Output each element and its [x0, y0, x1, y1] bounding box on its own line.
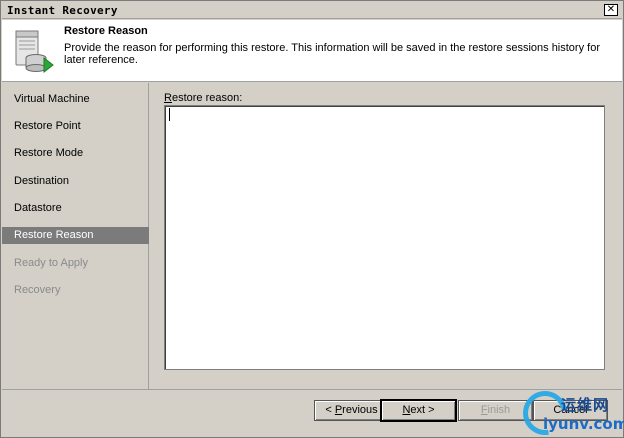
server-database-arrow-icon: [15, 30, 54, 74]
restore-reason-label: Restore reason:: [164, 92, 243, 104]
previous-button[interactable]: < Previous: [314, 400, 389, 421]
page-description: Provide the reason for performing this r…: [64, 42, 600, 66]
wizard-footer: < Previous Next > Finish Cancel: [2, 389, 622, 437]
window-title: Instant Recovery: [7, 4, 118, 17]
page-title: Restore Reason: [64, 25, 148, 37]
sidebar-item-datastore[interactable]: Datastore: [2, 200, 149, 217]
cancel-button[interactable]: Cancel: [533, 400, 608, 421]
main-content: Restore reason:: [150, 83, 622, 389]
sidebar-item-virtual-machine[interactable]: Virtual Machine: [2, 91, 149, 108]
wizard-header: Restore Reason Provide the reason for pe…: [2, 20, 622, 82]
finish-button: Finish: [458, 400, 533, 421]
sidebar-item-restore-point[interactable]: Restore Point: [2, 118, 149, 135]
next-button[interactable]: Next >: [380, 399, 457, 422]
sidebar-item-restore-reason[interactable]: Restore Reason: [2, 227, 149, 244]
text-caret: [169, 108, 170, 121]
instant-recovery-dialog: Instant Recovery ✕ Restore Reason Provid…: [0, 0, 624, 438]
sidebar-item-ready-to-apply: Ready to Apply: [14, 257, 88, 269]
close-icon[interactable]: ✕: [604, 4, 618, 16]
restore-reason-input[interactable]: [164, 105, 605, 370]
sidebar-item-recovery: Recovery: [14, 284, 61, 296]
sidebar-item-destination[interactable]: Destination: [2, 173, 149, 190]
sidebar-item-restore-mode[interactable]: Restore Mode: [2, 145, 149, 162]
title-bar: Instant Recovery ✕: [2, 2, 622, 19]
wizard-steps-sidebar: Virtual Machine Restore Point Restore Mo…: [2, 83, 149, 389]
